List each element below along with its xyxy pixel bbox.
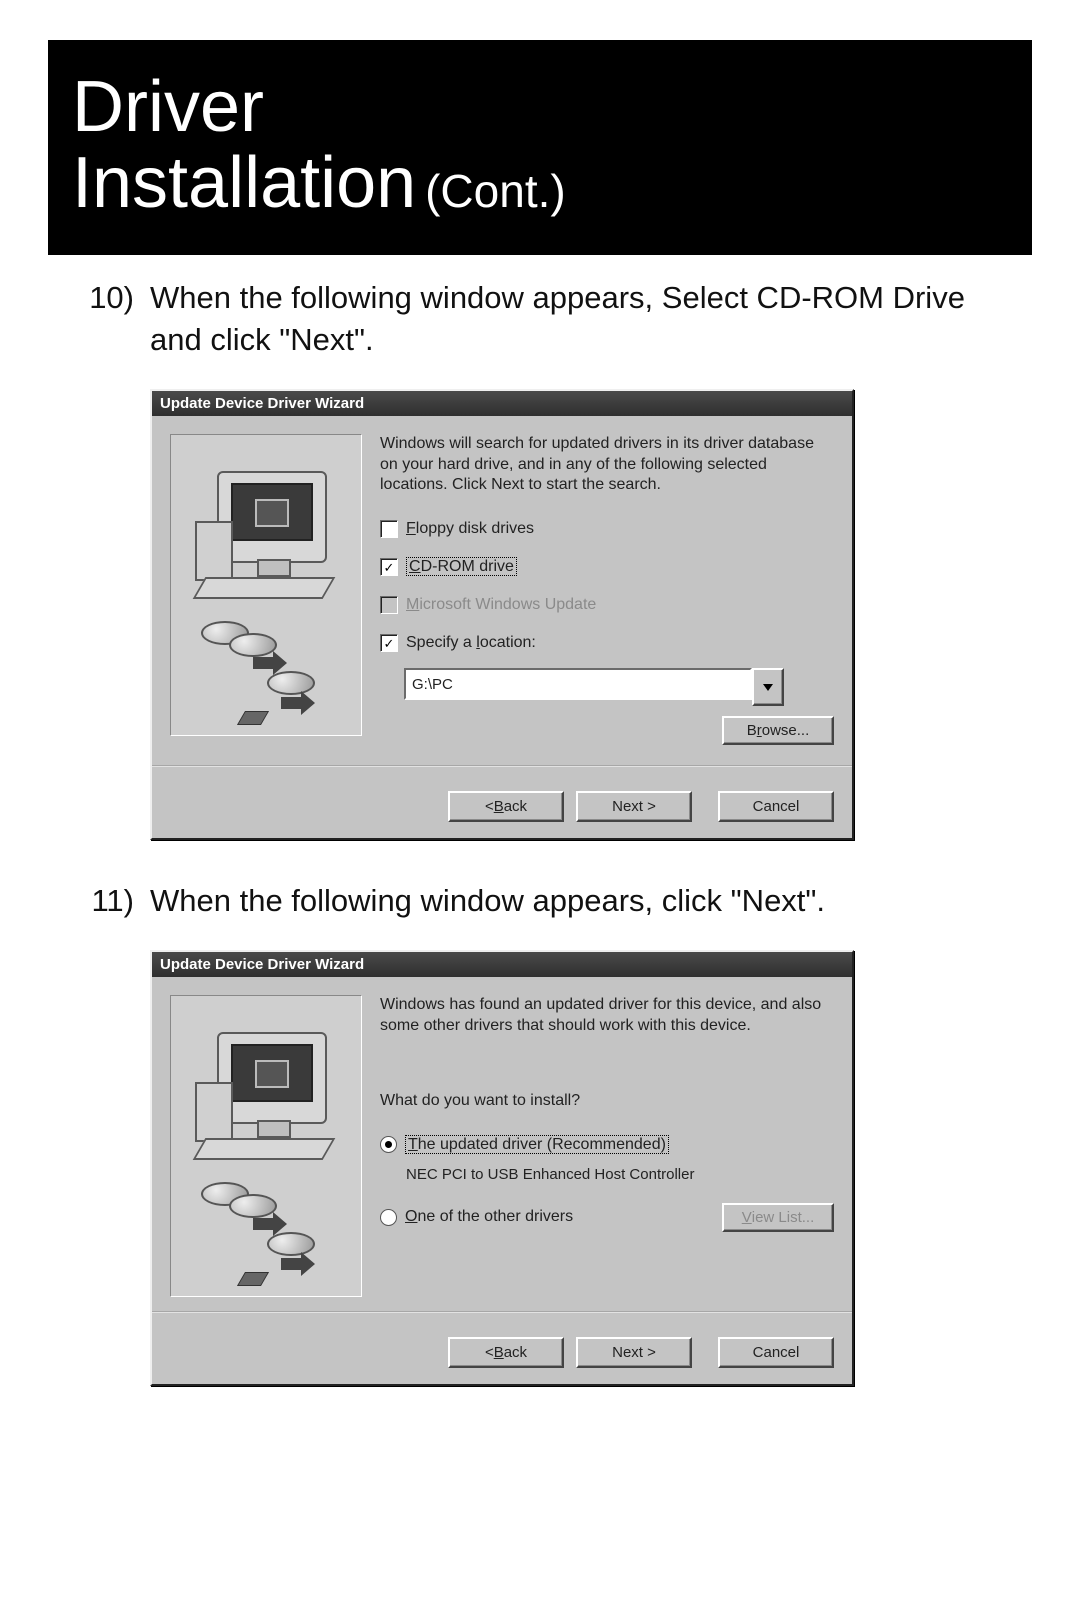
recommended-driver-label: The updated driver (Recommended) <box>405 1136 669 1154</box>
ms-windows-update-checkbox-row: Microsoft Windows Update <box>380 596 834 614</box>
other-drivers-label: One of the other drivers <box>405 1208 573 1226</box>
browse-button[interactable]: Browse... <box>722 716 834 745</box>
step-10-number: 10) <box>70 277 134 361</box>
location-dropdown-button[interactable] <box>752 668 784 706</box>
location-combobox[interactable]: G:\PC <box>404 668 784 706</box>
page-banner: Driver Installation (Cont.) <box>48 40 1032 255</box>
location-input[interactable]: G:\PC <box>404 668 752 700</box>
update-driver-wizard-dialog-1: Update Device Driver Wizard Windows will… <box>150 389 854 840</box>
dialog1-title: Update Device Driver Wizard <box>152 391 852 416</box>
msupdate-label: Microsoft Windows Update <box>406 596 596 614</box>
step-10: 10) When the following window appears, S… <box>70 277 1010 361</box>
recommended-driver-description: NEC PCI to USB Enhanced Host Controller <box>406 1166 834 1183</box>
back-button[interactable]: < Back <box>448 791 564 822</box>
step-11-text: When the following window appears, click… <box>150 880 825 922</box>
dialog1-intro-text: Windows will search for updated drivers … <box>380 434 834 496</box>
cancel-button[interactable]: Cancel <box>718 1337 834 1368</box>
specify-location-checkbox[interactable] <box>380 634 398 652</box>
step-11-number: 11) <box>70 880 134 922</box>
wizard-illustration-icon <box>170 995 362 1297</box>
dialog2-intro-text: Windows has found an updated driver for … <box>380 995 834 1037</box>
page-title-line2: Installation <box>72 143 416 223</box>
dialog2-title: Update Device Driver Wizard <box>152 952 852 977</box>
next-button[interactable]: Next > <box>576 791 692 822</box>
dialog2-separator <box>152 1311 852 1313</box>
dialog1-separator <box>152 765 852 767</box>
page-title: Driver Installation (Cont.) <box>72 70 1008 221</box>
msupdate-checkbox <box>380 596 398 614</box>
other-drivers-radio-row[interactable]: One of the other drivers <box>380 1208 573 1226</box>
step-10-text: When the following window appears, Selec… <box>150 277 1010 361</box>
floppy-label: Floppy disk drives <box>406 520 534 538</box>
page-title-suffix: (Cont.) <box>425 165 566 217</box>
cdrom-checkbox[interactable] <box>380 558 398 576</box>
cancel-button[interactable]: Cancel <box>718 791 834 822</box>
cdrom-drive-checkbox-row[interactable]: CD-ROM drive <box>380 558 834 576</box>
dialog2-question: What do you want to install? <box>380 1091 834 1112</box>
recommended-driver-radio-row[interactable]: The updated driver (Recommended) <box>380 1136 834 1154</box>
floppy-disk-drives-checkbox-row[interactable]: Floppy disk drives <box>380 520 834 538</box>
cdrom-label: CD-ROM drive <box>406 558 517 576</box>
wizard-illustration-icon <box>170 434 362 736</box>
next-button[interactable]: Next > <box>576 1337 692 1368</box>
update-driver-wizard-dialog-2: Update Device Driver Wizard Windows has … <box>150 950 854 1386</box>
recommended-driver-radio[interactable] <box>380 1136 397 1153</box>
step-11: 11) When the following window appears, c… <box>70 880 1010 922</box>
other-drivers-radio[interactable] <box>380 1209 397 1226</box>
chevron-down-icon <box>763 684 773 691</box>
specify-location-label: Specify a location: <box>406 634 536 652</box>
floppy-checkbox[interactable] <box>380 520 398 538</box>
back-button[interactable]: < Back <box>448 1337 564 1368</box>
view-list-button: View List... <box>722 1203 834 1232</box>
specify-location-checkbox-row[interactable]: Specify a location: <box>380 634 834 652</box>
page-title-line1: Driver <box>72 70 1008 146</box>
